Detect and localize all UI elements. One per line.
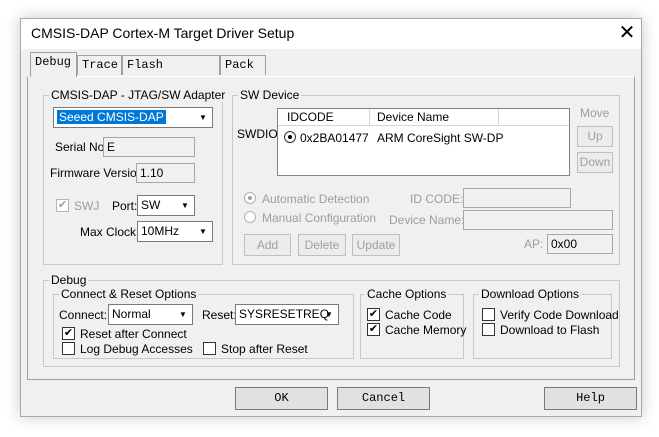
swdio-label: SWDIO bbox=[237, 127, 278, 141]
row-selected-radio[interactable] bbox=[284, 131, 296, 143]
log-debug-accesses-checkbox[interactable] bbox=[62, 342, 75, 355]
stop-after-reset-label: Stop after Reset bbox=[221, 342, 308, 356]
chevron-down-icon: ▼ bbox=[199, 113, 207, 122]
column-device-name[interactable]: Device Name bbox=[377, 110, 449, 124]
help-button[interactable]: Help bbox=[544, 387, 637, 410]
reset-label: Reset: bbox=[202, 308, 237, 322]
cancel-button[interactable]: Cancel bbox=[337, 387, 430, 410]
update-button[interactable]: Update bbox=[352, 234, 400, 256]
connect-selected-value: Normal bbox=[112, 307, 151, 321]
device-name-input[interactable] bbox=[463, 210, 613, 230]
maxclock-label: Max Clock: bbox=[80, 225, 140, 239]
download-options-group-label: Download Options bbox=[479, 287, 582, 301]
move-label: Move bbox=[580, 106, 610, 120]
table-row[interactable]: 0x2BA01477 ARM CoreSight SW-DP bbox=[282, 129, 568, 147]
manual-configuration-radio[interactable] bbox=[244, 211, 256, 223]
device-name-label: Device Name: bbox=[389, 213, 465, 227]
ap-field: 0x00 bbox=[547, 234, 613, 254]
reset-selected-value: SYSRESETREQ bbox=[239, 307, 330, 321]
chevron-down-icon: ▼ bbox=[181, 201, 189, 210]
maxclock-select[interactable]: 10MHz ▼ bbox=[137, 221, 213, 242]
connect-reset-group-label: Connect & Reset Options bbox=[59, 287, 199, 301]
connect-label: Connect: bbox=[59, 308, 108, 322]
serial-field: E bbox=[103, 137, 195, 157]
tab-debug[interactable]: Debug bbox=[30, 52, 77, 77]
delete-button[interactable]: Delete bbox=[298, 234, 346, 256]
sw-device-group-label: SW Device bbox=[238, 88, 302, 102]
cache-code-label: Cache Code bbox=[385, 308, 452, 322]
chevron-down-icon: ▼ bbox=[199, 227, 207, 236]
cache-memory-checkbox[interactable]: ✔ bbox=[367, 323, 380, 336]
dialog-window: CMSIS-DAP Cortex-M Target Driver Setup ✕… bbox=[20, 18, 642, 417]
manual-configuration-label: Manual Configuration bbox=[262, 211, 377, 225]
cache-options-group-label: Cache Options bbox=[365, 287, 449, 301]
swj-checkbox[interactable]: ✔ bbox=[56, 199, 69, 212]
debug-group-label: Debug bbox=[49, 273, 89, 287]
adapter-select[interactable]: Seeed CMSIS-DAP ▼ bbox=[53, 107, 213, 128]
swj-label: SWJ bbox=[74, 199, 100, 213]
row-device-name: ARM CoreSight SW-DP bbox=[377, 131, 504, 145]
maxclock-selected-value: 10MHz bbox=[141, 224, 180, 238]
adapter-group-label: CMSIS-DAP - JTAG/SW Adapter bbox=[49, 88, 228, 102]
ok-button[interactable]: OK bbox=[235, 387, 328, 410]
verify-code-download-label: Verify Code Download bbox=[500, 308, 619, 322]
download-to-flash-checkbox[interactable] bbox=[482, 323, 495, 336]
verify-code-download-checkbox[interactable] bbox=[482, 308, 495, 321]
firmware-label: Firmware Version: bbox=[50, 166, 147, 180]
tab-trace[interactable]: Trace bbox=[77, 55, 122, 75]
download-to-flash-label: Download to Flash bbox=[500, 323, 600, 337]
title-bar: CMSIS-DAP Cortex-M Target Driver Setup ✕ bbox=[21, 19, 641, 49]
row-idcode: 0x2BA01477 bbox=[300, 131, 369, 145]
firmware-field: 1.10 bbox=[136, 163, 195, 183]
reset-select[interactable]: SYSRESETREQ ▼ bbox=[235, 304, 339, 325]
log-debug-accesses-label: Log Debug Accesses bbox=[80, 342, 193, 356]
connect-select[interactable]: Normal ▼ bbox=[108, 304, 193, 325]
cache-memory-label: Cache Memory bbox=[385, 323, 467, 337]
port-label: Port: bbox=[112, 199, 138, 213]
close-icon[interactable]: ✕ bbox=[618, 20, 636, 46]
reset-after-connect-checkbox[interactable]: ✔ bbox=[62, 327, 75, 340]
chevron-down-icon: ▼ bbox=[179, 310, 187, 319]
serial-label: Serial No: bbox=[55, 140, 108, 154]
automatic-detection-radio[interactable] bbox=[244, 192, 256, 204]
port-select[interactable]: SW ▼ bbox=[137, 195, 195, 216]
column-divider bbox=[498, 109, 499, 126]
stop-after-reset-checkbox[interactable] bbox=[203, 342, 216, 355]
device-table: IDCODE Device Name 0x2BA01477 ARM CoreSi… bbox=[277, 108, 570, 176]
move-up-button[interactable]: Up bbox=[577, 126, 613, 147]
window-title: CMSIS-DAP Cortex-M Target Driver Setup bbox=[31, 25, 295, 41]
column-idcode[interactable]: IDCODE bbox=[287, 110, 334, 124]
ap-label: AP: bbox=[524, 237, 544, 251]
automatic-detection-label: Automatic Detection bbox=[262, 192, 370, 206]
idcode-label: ID CODE: bbox=[410, 192, 464, 206]
port-selected-value: SW bbox=[141, 198, 161, 212]
reset-after-connect-label: Reset after Connect bbox=[80, 327, 187, 341]
adapter-selected-value: Seeed CMSIS-DAP bbox=[57, 110, 166, 124]
tab-pack[interactable]: Pack bbox=[220, 55, 266, 75]
chevron-down-icon: ▼ bbox=[325, 310, 333, 319]
add-button[interactable]: Add bbox=[244, 234, 291, 256]
idcode-input[interactable] bbox=[463, 188, 571, 208]
tab-flash-download[interactable]: Flash Download bbox=[122, 55, 220, 90]
column-divider bbox=[369, 109, 370, 126]
move-down-button[interactable]: Down bbox=[577, 152, 613, 173]
cache-code-checkbox[interactable]: ✔ bbox=[367, 308, 380, 321]
